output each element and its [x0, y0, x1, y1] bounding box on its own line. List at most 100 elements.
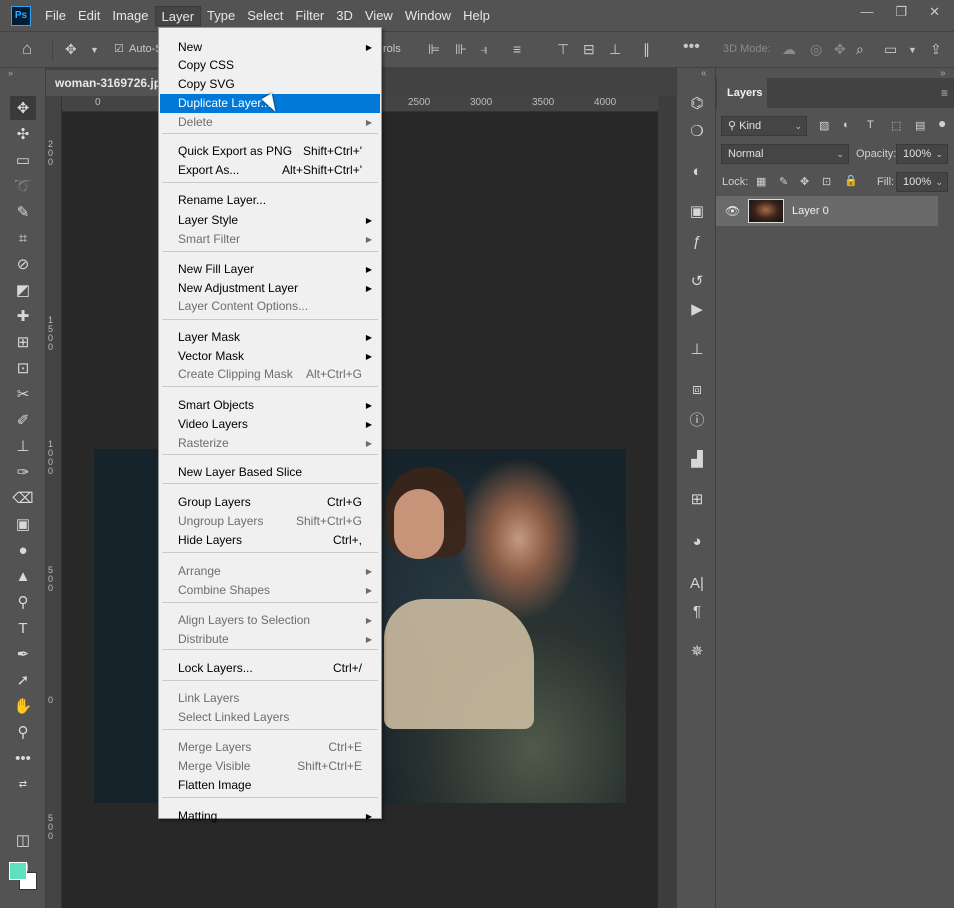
clone-source-icon[interactable]: ⊥	[686, 338, 708, 360]
swap-colors-icon[interactable]: ⇄	[10, 772, 36, 796]
lock-position-icon[interactable]: ✥	[800, 175, 809, 188]
actions-play-icon[interactable]: ▶	[686, 298, 708, 320]
shape-filter-icon[interactable]: ⬚	[891, 119, 901, 132]
menu-item-matting[interactable]: Matting ▶	[160, 807, 380, 826]
menu-item-quick-export-as-png[interactable]: Quick Export as PNG Shift+Ctrl+'	[160, 142, 380, 161]
menu-filter[interactable]: Filter	[289, 6, 330, 26]
lock-pixels-icon[interactable]: ✎	[779, 175, 788, 188]
menu-file[interactable]: File	[39, 6, 72, 26]
collapse-icon[interactable]: «	[701, 68, 707, 79]
menu-layer[interactable]: Layer	[154, 5, 202, 26]
menu-item-copy-css[interactable]: Copy CSS	[160, 56, 380, 75]
menu-item-lock-layers[interactable]: Lock Layers... Ctrl+/	[160, 659, 380, 678]
vertical-scrollbar[interactable]	[658, 96, 676, 908]
history-brush-tool-icon[interactable]: ✑	[10, 460, 36, 484]
align-bottom-icon[interactable]: ⊥	[609, 41, 621, 58]
blend-mode-select[interactable]: Normal ⌄	[721, 144, 849, 164]
show-transform-controls-label[interactable]: rols	[383, 43, 401, 55]
dodge-tool-icon[interactable]: ⚲	[10, 590, 36, 614]
kind-filter-select[interactable]: ⚲ Kind ⌄	[721, 116, 807, 136]
lock-artboard-icon[interactable]: ⊡	[822, 175, 831, 188]
character-icon[interactable]: A|	[686, 572, 708, 594]
menu-item-rename-layer[interactable]: Rename Layer...	[160, 191, 380, 210]
smart-object-filter-icon[interactable]: ▤	[915, 119, 925, 132]
home-icon[interactable]: ⌂	[22, 39, 32, 59]
distribute-vertical-icon[interactable]: ∥	[643, 41, 650, 58]
histogram-icon[interactable]: ▟	[686, 448, 708, 470]
restore-icon[interactable]: ❐	[895, 4, 907, 20]
navigator-icon[interactable]: ✵	[686, 640, 708, 662]
chevron-down-icon[interactable]: ▼	[90, 45, 99, 55]
artboard-tool-icon[interactable]: ✣	[10, 122, 36, 146]
menu-item-smart-objects[interactable]: Smart Objects ▶	[160, 396, 380, 415]
timeline-icon[interactable]: ⊞	[686, 488, 708, 510]
share-icon[interactable]: ⇪	[930, 41, 942, 58]
adjustment-filter-icon[interactable]: ◐	[843, 119, 850, 131]
marquee-tool-icon[interactable]: ▭	[10, 148, 36, 172]
more-tools-icon[interactable]: •••	[10, 746, 36, 770]
paths-icon[interactable]: ⌬	[686, 92, 708, 114]
patch-tool-icon[interactable]: ⊡	[10, 356, 36, 380]
menu-item-flatten-image[interactable]: Flatten Image	[160, 776, 380, 795]
gradient-tool-icon[interactable]: ▣	[10, 512, 36, 536]
eraser-tool-icon[interactable]: ⌫	[10, 486, 36, 510]
move-tool-icon[interactable]: ✥	[65, 41, 77, 58]
eye-icon[interactable]: 👁	[725, 204, 740, 218]
align-right-icon[interactable]: ⫣	[480, 41, 488, 58]
fill-field[interactable]: 100% ⌄	[896, 172, 948, 192]
channels-icon[interactable]: ❍	[686, 120, 708, 142]
sharpen-tool-icon[interactable]: ▲	[10, 564, 36, 588]
hand-tool-icon[interactable]: ✋	[10, 694, 36, 718]
align-left-icon[interactable]: ⊫	[428, 41, 440, 58]
paragraph-icon[interactable]: ¶	[686, 600, 708, 622]
menu-item-group-layers[interactable]: Group Layers Ctrl+G	[160, 493, 380, 512]
align-middle-icon[interactable]: ⊟	[583, 41, 595, 58]
search-icon[interactable]: ⌕	[856, 41, 864, 58]
foreground-color-swatch[interactable]	[9, 862, 27, 880]
menu-image[interactable]: Image	[106, 6, 154, 26]
menu-item-hide-layers[interactable]: Hide Layers Ctrl+,	[160, 531, 380, 550]
brush-tool-icon[interactable]: ✐	[10, 408, 36, 432]
menu-item-new-adjustment-layer[interactable]: New Adjustment Layer ▶	[160, 279, 380, 298]
type-filter-icon[interactable]: T	[867, 119, 874, 131]
3d-icon[interactable]: ⧈	[686, 378, 708, 400]
opacity-field[interactable]: 100% ⌄	[896, 144, 948, 164]
libraries-icon[interactable]: ▣	[686, 200, 708, 222]
eyedropper-tool-icon[interactable]: ⊘	[10, 252, 36, 276]
menu-item-vector-mask[interactable]: Vector Mask ▶	[160, 347, 380, 366]
distribute-icon[interactable]: ≡	[513, 41, 521, 57]
tab-layers[interactable]: Layers	[717, 78, 767, 108]
crop-tool-icon[interactable]: ⌗	[10, 226, 36, 250]
adjustments-icon[interactable]: ◐	[686, 160, 708, 182]
align-top-icon[interactable]: ⊤	[557, 41, 569, 58]
zoom-tool-icon[interactable]: ⚲	[10, 720, 36, 744]
info-icon[interactable]: ⓘ	[686, 408, 708, 430]
panel-menu-icon[interactable]: ≡	[941, 86, 948, 100]
path-selection-tool-icon[interactable]: ➚	[10, 668, 36, 692]
pen-tool-icon[interactable]: ✒	[10, 642, 36, 666]
menu-type[interactable]: Type	[201, 6, 241, 26]
layer-name[interactable]: Layer 0	[792, 205, 829, 217]
clone-stamp-tool-icon[interactable]: ⊥	[10, 434, 36, 458]
healing-brush-tool-icon[interactable]: ✚	[10, 304, 36, 328]
blur-tool-icon[interactable]: ●	[10, 538, 36, 562]
menu-select[interactable]: Select	[241, 6, 289, 26]
menu-item-copy-svg[interactable]: Copy SVG	[160, 75, 380, 94]
menu-edit[interactable]: Edit	[72, 6, 106, 26]
lock-all-icon[interactable]: 🔒	[844, 174, 858, 187]
content-aware-move-tool-icon[interactable]: ✂	[10, 382, 36, 406]
menu-window[interactable]: Window	[399, 6, 457, 26]
move-tool-icon[interactable]: ✥	[10, 96, 36, 120]
lasso-tool-icon[interactable]: ➰	[10, 174, 36, 198]
menu-item-new-fill-layer[interactable]: New Fill Layer ▶	[160, 260, 380, 279]
menu-item-video-layers[interactable]: Video Layers ▶	[160, 415, 380, 434]
history-icon[interactable]: ↺	[686, 270, 708, 292]
quick-selection-tool-icon[interactable]: ✎	[10, 200, 36, 224]
minimize-icon[interactable]: —	[860, 4, 873, 20]
styles-icon[interactable]: ƒ	[686, 230, 708, 252]
menu-item-layer-mask[interactable]: Layer Mask ▶	[160, 328, 380, 347]
more-options-icon[interactable]: •••	[683, 38, 700, 56]
menu-help[interactable]: Help	[457, 6, 496, 26]
menu-3d[interactable]: 3D	[330, 6, 359, 26]
lock-transparent-icon[interactable]: ▦	[756, 175, 766, 188]
